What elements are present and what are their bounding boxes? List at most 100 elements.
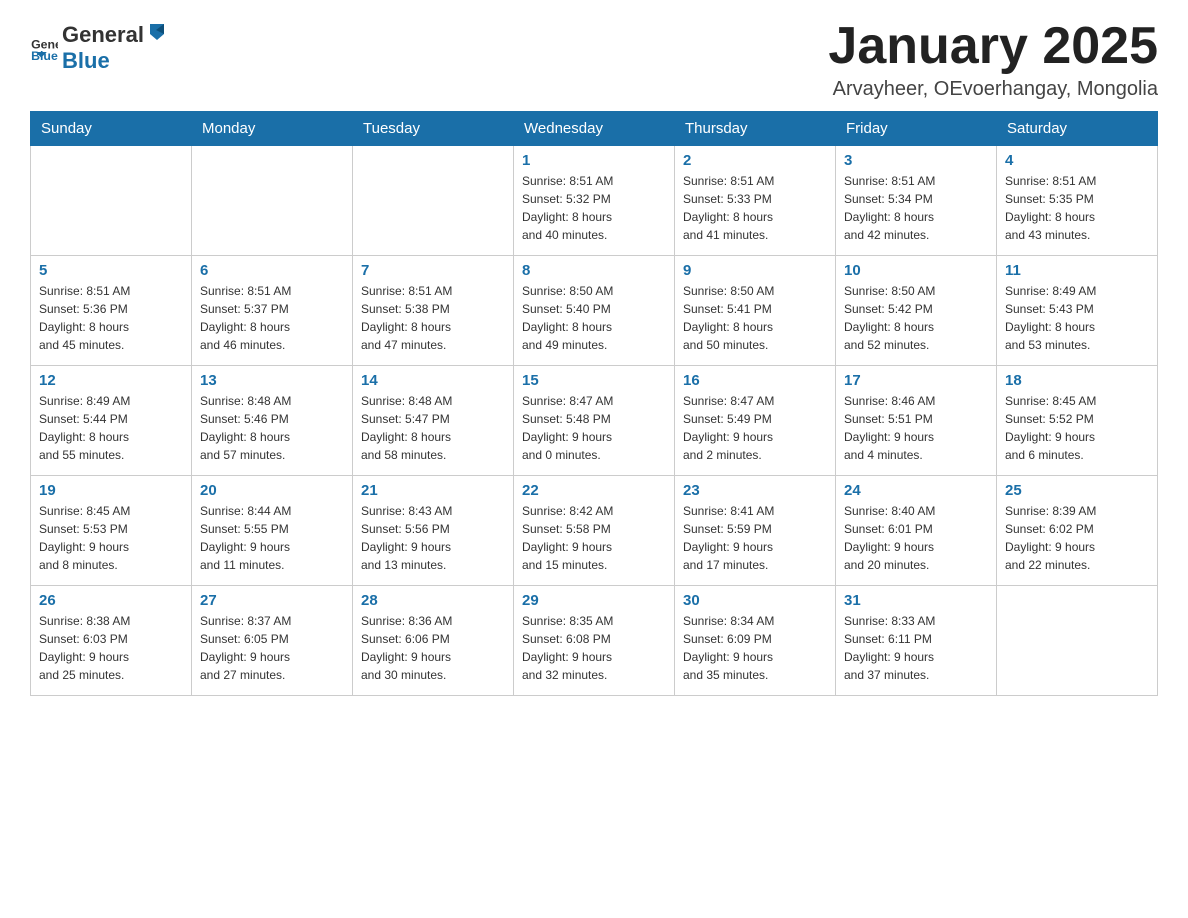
calendar-cell [997, 586, 1158, 696]
day-number: 19 [39, 482, 183, 499]
day-number: 23 [683, 482, 827, 499]
calendar-cell: 21Sunrise: 8:43 AM Sunset: 5:56 PM Dayli… [353, 476, 514, 586]
day-number: 11 [1005, 262, 1149, 279]
day-number: 13 [200, 372, 344, 389]
day-info: Sunrise: 8:51 AM Sunset: 5:36 PM Dayligh… [39, 282, 183, 354]
calendar-cell: 13 Sunrise: 8:48 AM Sunset: 5:46 PM Dayli… [192, 366, 353, 476]
calendar-subtitle: Arvayheer, OEvoerhangay, Mongolia [828, 78, 1158, 101]
calendar-cell: 20 Sunrise: 8:44 AM Sunset: 5:55 PM Dayli… [192, 476, 353, 586]
calendar-cell: 23 Sunrise: 8:41 AM Sunset: 5:59 PM Dayli… [675, 476, 836, 586]
header-day-thursday: Thursday [675, 112, 836, 146]
calendar-cell: 2 Sunrise: 8:51 AM Sunset: 5:33 PM Daylig… [675, 146, 836, 256]
day-info: Sunrise: 8:51 AM Sunset: 5:33 PM Dayligh… [683, 172, 827, 244]
day-number: 26 [39, 592, 183, 609]
calendar-cell: 10Sunrise: 8:50 AM Sunset: 5:42 PM Dayli… [836, 256, 997, 366]
day-info: Sunrise: 8:36 AM Sunset: 6:06 PM Dayligh… [361, 612, 505, 684]
calendar-cell: 3Sunrise: 8:51 AM Sunset: 5:34 PM Daylig… [836, 146, 997, 256]
day-number: 14 [361, 372, 505, 389]
calendar-cell: 1 Sunrise: 8:51 AM Sunset: 5:32 PM Daylig… [514, 146, 675, 256]
calendar-table: SundayMondayTuesdayWednesdayThursdayFrid… [30, 111, 1158, 696]
day-number: 27 [200, 592, 344, 609]
day-info: Sunrise: 8:35 AM Sunset: 6:08 PM Dayligh… [522, 612, 666, 684]
calendar-cell: 6 Sunrise: 8:51 AM Sunset: 5:37 PM Daylig… [192, 256, 353, 366]
week-row-3: 19 Sunrise: 8:45 AM Sunset: 5:53 PM Dayli… [31, 476, 1158, 586]
calendar-cell: 29 Sunrise: 8:35 AM Sunset: 6:08 PM Dayli… [514, 586, 675, 696]
day-number: 9 [683, 262, 827, 279]
day-number: 21 [361, 482, 505, 499]
day-info: Sunrise: 8:38 AM Sunset: 6:03 PM Dayligh… [39, 612, 183, 684]
day-info: Sunrise: 8:50 AM Sunset: 5:40 PM Dayligh… [522, 282, 666, 354]
day-info: Sunrise: 8:50 AM Sunset: 5:41 PM Dayligh… [683, 282, 827, 354]
calendar-cell: 28Sunrise: 8:36 AM Sunset: 6:06 PM Dayli… [353, 586, 514, 696]
calendar-body: 1 Sunrise: 8:51 AM Sunset: 5:32 PM Daylig… [31, 146, 1158, 696]
day-number: 24 [844, 482, 988, 499]
day-number: 25 [1005, 482, 1149, 499]
day-info: Sunrise: 8:51 AM Sunset: 5:37 PM Dayligh… [200, 282, 344, 354]
calendar-header: SundayMondayTuesdayWednesdayThursdayFrid… [31, 112, 1158, 146]
calendar-cell: 8 Sunrise: 8:50 AM Sunset: 5:40 PM Daylig… [514, 256, 675, 366]
day-info: Sunrise: 8:51 AM Sunset: 5:35 PM Dayligh… [1005, 172, 1149, 244]
day-info: Sunrise: 8:44 AM Sunset: 5:55 PM Dayligh… [200, 502, 344, 574]
day-number: 2 [683, 152, 827, 169]
calendar-cell: 7 Sunrise: 8:51 AM Sunset: 5:38 PM Daylig… [353, 256, 514, 366]
day-info: Sunrise: 8:47 AM Sunset: 5:49 PM Dayligh… [683, 392, 827, 464]
calendar-cell: 17 Sunrise: 8:46 AM Sunset: 5:51 PM Dayli… [836, 366, 997, 476]
svg-text:Blue: Blue [31, 49, 58, 61]
week-row-0: 1 Sunrise: 8:51 AM Sunset: 5:32 PM Daylig… [31, 146, 1158, 256]
calendar-cell: 4 Sunrise: 8:51 AM Sunset: 5:35 PM Daylig… [997, 146, 1158, 256]
calendar-title: January 2025 [828, 20, 1158, 72]
title-block: January 2025 Arvayheer, OEvoerhangay, Mo… [828, 20, 1158, 101]
day-number: 10 [844, 262, 988, 279]
logo-arrow-icon [146, 20, 168, 42]
calendar-cell: 24 Sunrise: 8:40 AM Sunset: 6:01 PM Dayli… [836, 476, 997, 586]
day-number: 16 [683, 372, 827, 389]
calendar-cell: 18 Sunrise: 8:45 AM Sunset: 5:52 PM Dayli… [997, 366, 1158, 476]
calendar-cell: 26 Sunrise: 8:38 AM Sunset: 6:03 PM Dayli… [31, 586, 192, 696]
day-info: Sunrise: 8:47 AM Sunset: 5:48 PM Dayligh… [522, 392, 666, 464]
calendar-cell: 31Sunrise: 8:33 AM Sunset: 6:11 PM Dayli… [836, 586, 997, 696]
week-row-4: 26 Sunrise: 8:38 AM Sunset: 6:03 PM Dayli… [31, 586, 1158, 696]
day-info: Sunrise: 8:45 AM Sunset: 5:52 PM Dayligh… [1005, 392, 1149, 464]
day-info: Sunrise: 8:46 AM Sunset: 5:51 PM Dayligh… [844, 392, 988, 464]
day-info: Sunrise: 8:48 AM Sunset: 5:46 PM Dayligh… [200, 392, 344, 464]
day-info: Sunrise: 8:51 AM Sunset: 5:38 PM Dayligh… [361, 282, 505, 354]
header-day-wednesday: Wednesday [514, 112, 675, 146]
week-row-2: 12Sunrise: 8:49 AM Sunset: 5:44 PM Dayli… [31, 366, 1158, 476]
day-number: 8 [522, 262, 666, 279]
calendar-cell: 11 Sunrise: 8:49 AM Sunset: 5:43 PM Dayli… [997, 256, 1158, 366]
calendar-cell: 22Sunrise: 8:42 AM Sunset: 5:58 PM Dayli… [514, 476, 675, 586]
day-info: Sunrise: 8:41 AM Sunset: 5:59 PM Dayligh… [683, 502, 827, 574]
day-info: Sunrise: 8:34 AM Sunset: 6:09 PM Dayligh… [683, 612, 827, 684]
header-day-saturday: Saturday [997, 112, 1158, 146]
logo-icon: General Blue [30, 33, 58, 61]
day-number: 18 [1005, 372, 1149, 389]
day-number: 17 [844, 372, 988, 389]
calendar-cell: 5Sunrise: 8:51 AM Sunset: 5:36 PM Daylig… [31, 256, 192, 366]
day-number: 6 [200, 262, 344, 279]
day-number: 29 [522, 592, 666, 609]
day-info: Sunrise: 8:39 AM Sunset: 6:02 PM Dayligh… [1005, 502, 1149, 574]
day-number: 12 [39, 372, 183, 389]
calendar-cell: 14Sunrise: 8:48 AM Sunset: 5:47 PM Dayli… [353, 366, 514, 476]
day-info: Sunrise: 8:51 AM Sunset: 5:34 PM Dayligh… [844, 172, 988, 244]
week-row-1: 5Sunrise: 8:51 AM Sunset: 5:36 PM Daylig… [31, 256, 1158, 366]
day-info: Sunrise: 8:37 AM Sunset: 6:05 PM Dayligh… [200, 612, 344, 684]
day-number: 15 [522, 372, 666, 389]
day-info: Sunrise: 8:49 AM Sunset: 5:43 PM Dayligh… [1005, 282, 1149, 354]
day-info: Sunrise: 8:51 AM Sunset: 5:32 PM Dayligh… [522, 172, 666, 244]
day-number: 4 [1005, 152, 1149, 169]
calendar-cell: 19 Sunrise: 8:45 AM Sunset: 5:53 PM Dayli… [31, 476, 192, 586]
logo: General Blue General Blue [30, 20, 170, 74]
day-number: 20 [200, 482, 344, 499]
calendar-cell: 30Sunrise: 8:34 AM Sunset: 6:09 PM Dayli… [675, 586, 836, 696]
calendar-cell [353, 146, 514, 256]
calendar-cell [192, 146, 353, 256]
day-info: Sunrise: 8:45 AM Sunset: 5:53 PM Dayligh… [39, 502, 183, 574]
day-number: 22 [522, 482, 666, 499]
logo-general-text: General [62, 22, 144, 48]
calendar-cell: 12Sunrise: 8:49 AM Sunset: 5:44 PM Dayli… [31, 366, 192, 476]
day-number: 1 [522, 152, 666, 169]
calendar-cell: 27 Sunrise: 8:37 AM Sunset: 6:05 PM Dayli… [192, 586, 353, 696]
day-number: 7 [361, 262, 505, 279]
day-info: Sunrise: 8:40 AM Sunset: 6:01 PM Dayligh… [844, 502, 988, 574]
